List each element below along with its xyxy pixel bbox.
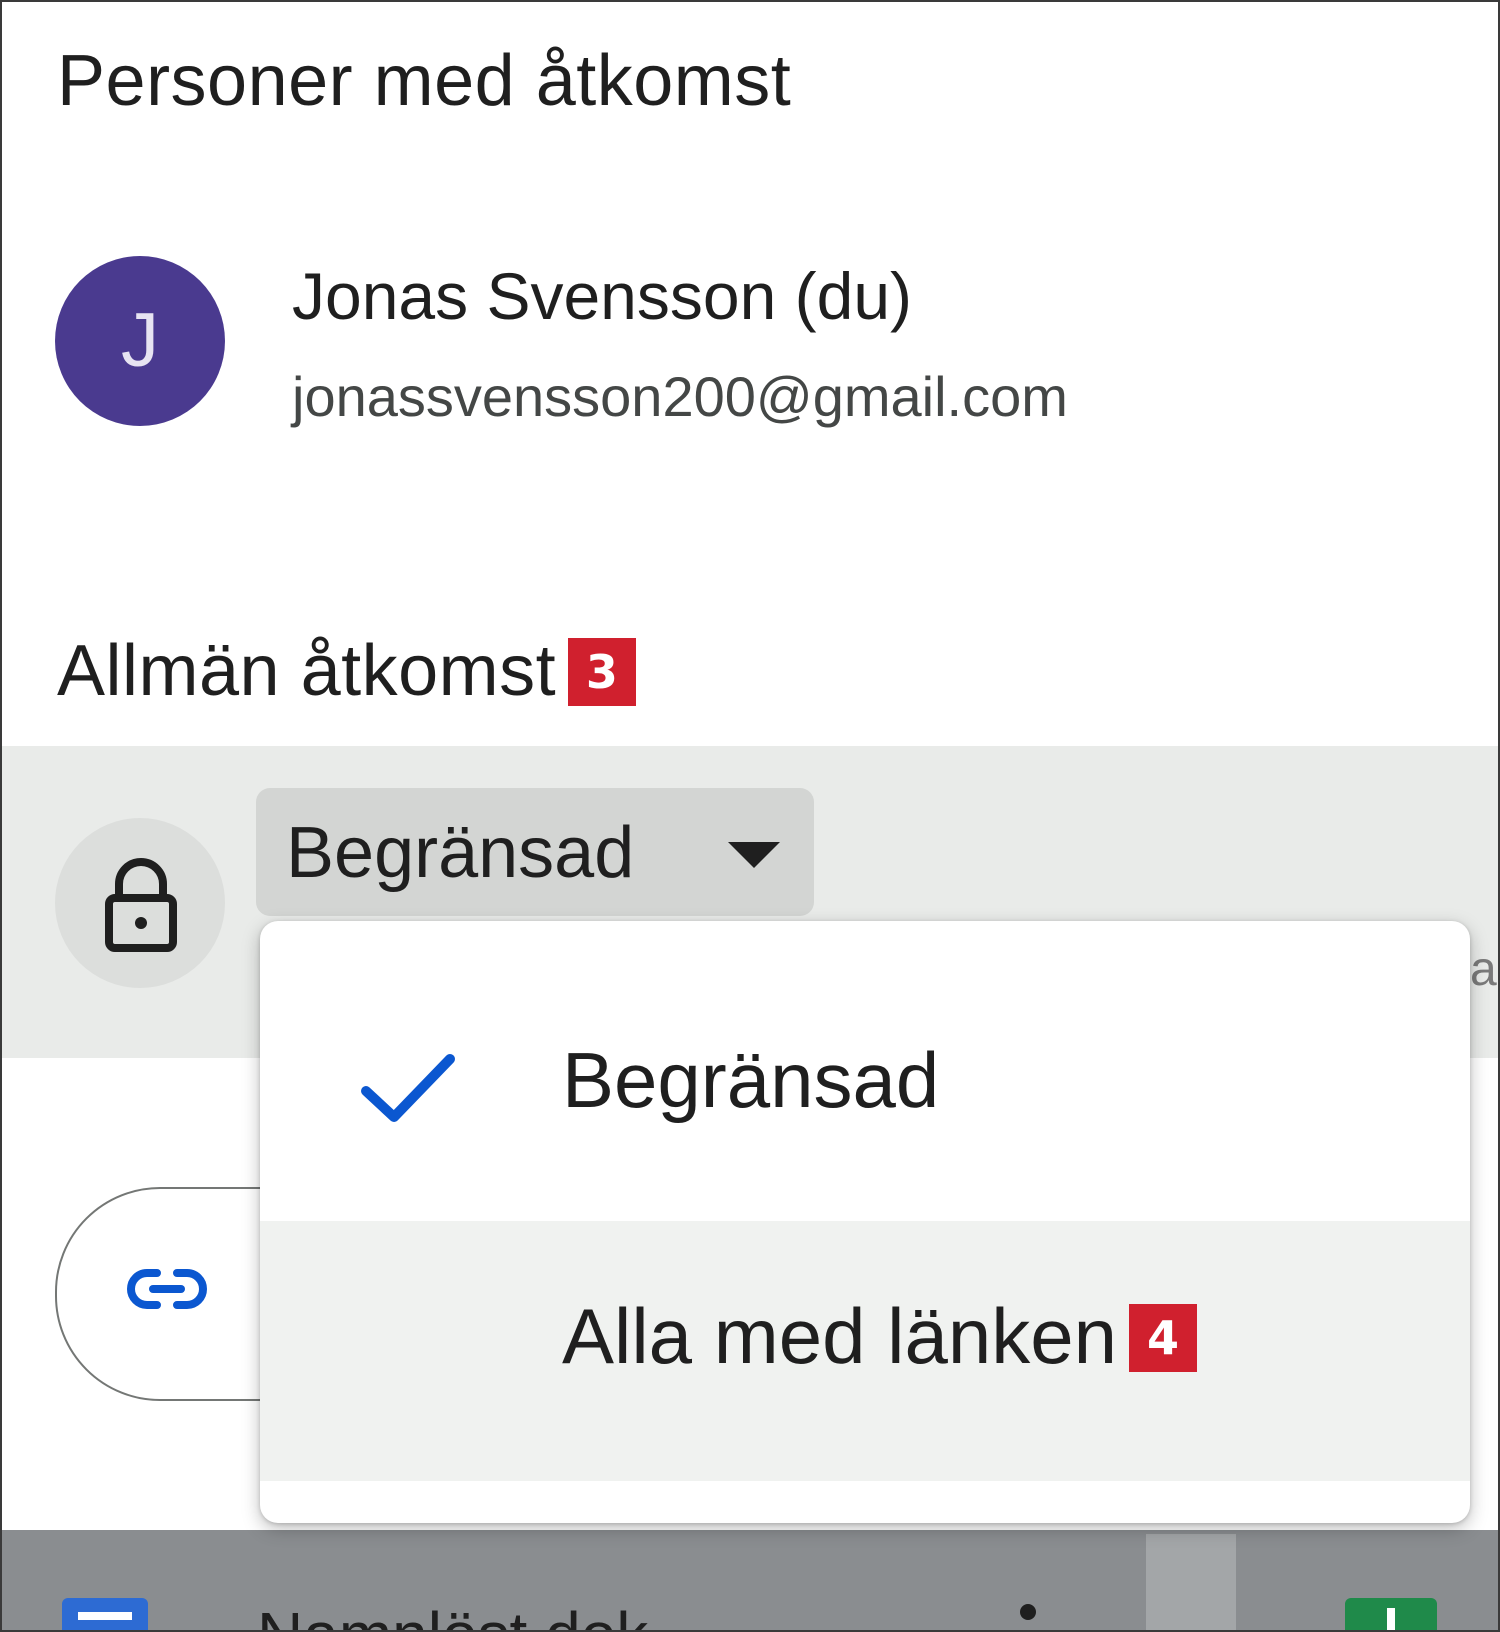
menu-option-label: Begränsad <box>562 1036 940 1124</box>
menu-option-alla-med-lanken[interactable]: Alla med länken 4 <box>260 1221 1470 1481</box>
avatar: J <box>55 256 225 426</box>
access-options-menu: Begränsad Alla med länken 4 <box>260 921 1470 1523</box>
general-access-title: Allmän åtkomst <box>57 631 557 711</box>
share-dialog-frame: Personer med åtkomst J Jonas Svensson (d… <box>0 0 1500 1632</box>
lock-icon-container <box>55 818 225 988</box>
general-access-dropdown[interactable]: Begränsad <box>256 788 814 916</box>
link-icon <box>127 1269 207 1309</box>
user-email: jonassvensson200@gmail.com <box>292 365 1068 428</box>
sheets-file-icon <box>1345 1598 1437 1630</box>
check-icon <box>361 1054 455 1122</box>
menu-option-label-with-marker: Alla med länken 4 <box>562 1291 1197 1382</box>
people-with-access-title: Personer med åtkomst <box>57 41 792 121</box>
more-options-icon[interactable] <box>1020 1604 1036 1620</box>
truncated-text: a <box>1470 943 1497 996</box>
file-name[interactable]: Namnlöst dok <box>257 1598 648 1630</box>
caret-down-icon <box>728 842 780 868</box>
docs-file-icon <box>62 1598 148 1630</box>
menu-option-begransad[interactable]: Begränsad <box>260 921 1470 1181</box>
general-access-heading: Allmän åtkomst 3 <box>57 630 637 712</box>
bottom-file-bar <box>2 1530 1498 1630</box>
lock-icon <box>105 858 177 952</box>
menu-option-label: Alla med länken <box>562 1292 1117 1380</box>
step-marker-3: 3 <box>568 637 637 706</box>
step-marker-4: 4 <box>1129 1304 1197 1373</box>
general-access-selected-value: Begränsad <box>286 813 635 893</box>
user-name: Jonas Svensson (du) <box>292 259 913 333</box>
bar-highlight <box>1146 1534 1236 1630</box>
